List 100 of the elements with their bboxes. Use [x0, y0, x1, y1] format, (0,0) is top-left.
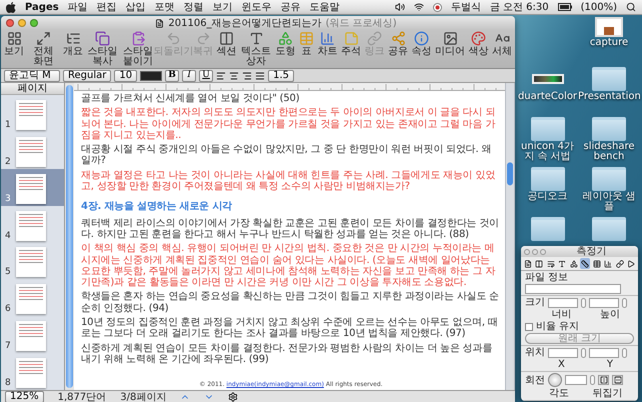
- font-family-popup[interactable]: 윤고딕 M: [4, 70, 60, 82]
- menu-item[interactable]: 윈도우: [242, 0, 272, 14]
- toolbar-button[interactable]: 표: [299, 31, 314, 56]
- font-size-popup[interactable]: 10: [114, 70, 138, 82]
- toolbar-button[interactable]: 스타일 붙이기: [122, 31, 154, 66]
- stepper[interactable]: [581, 348, 586, 358]
- inspector-tab[interactable]: [614, 258, 624, 269]
- stepper[interactable]: [581, 298, 586, 308]
- toolbar-button[interactable]: 차트: [318, 31, 338, 56]
- apple-logo-icon[interactable]: [6, 2, 16, 12]
- inspector-tab[interactable]: [580, 258, 590, 269]
- file-label[interactable]: capture: [590, 38, 628, 48]
- inspector-tab[interactable]: [534, 258, 544, 269]
- inspector-tab[interactable]: [568, 258, 579, 269]
- file-label[interactable]: 레이아웃 샘플: [578, 192, 640, 212]
- toolbar-button[interactable]: 공유: [388, 31, 408, 56]
- style-button[interactable]: B: [165, 70, 180, 82]
- page-thumbnail[interactable]: [16, 174, 46, 204]
- rotation-dial[interactable]: [548, 373, 562, 387]
- text-color-swatch[interactable]: [140, 70, 162, 80]
- inspector-tab[interactable]: [592, 258, 602, 269]
- flip-horizontal-button[interactable]: [598, 375, 609, 385]
- screenshot-thumbnail[interactable]: [595, 17, 623, 37]
- page-thumbnail-row[interactable]: 6: [1, 279, 64, 316]
- toolbar-button[interactable]: 개요: [63, 31, 83, 56]
- align-right-icon[interactable]: [242, 70, 252, 80]
- page-thumbnail[interactable]: [16, 247, 46, 278]
- page-thumbnail[interactable]: [16, 284, 46, 314]
- page-thumbnail-row[interactable]: 5: [1, 242, 64, 280]
- page-thumbnail-row[interactable]: 7: [1, 316, 64, 354]
- page-thumbnail[interactable]: [16, 136, 46, 167]
- page-thumbnail[interactable]: [16, 321, 46, 352]
- toolbar-button[interactable]: 섹션: [216, 31, 236, 56]
- battery-icon[interactable]: [558, 3, 572, 11]
- toolbar-button[interactable]: 텍스트 상자: [240, 31, 272, 66]
- align-center-icon[interactable]: [229, 70, 240, 80]
- line-spacing-popup[interactable]: 1.5: [268, 70, 294, 82]
- menu-item[interactable]: 정렬: [184, 0, 204, 14]
- page-thumbnail-row[interactable]: 1: [1, 95, 64, 132]
- page-thumbnail-row[interactable]: 4: [1, 206, 64, 242]
- menu-item[interactable]: 공유: [280, 0, 301, 14]
- input-source[interactable]: 두벌식: [450, 0, 481, 14]
- toolbar-button[interactable]: 전체 화면: [28, 31, 60, 66]
- zoom-button[interactable]: [540, 248, 546, 254]
- page-thumbnail[interactable]: [16, 358, 46, 388]
- toolbar-button[interactable]: 보기: [4, 31, 24, 56]
- stepper[interactable]: [622, 298, 627, 308]
- inspector-tab[interactable]: [603, 258, 614, 269]
- toolbar-button[interactable]: 스타일 복사: [86, 31, 118, 66]
- toolbar-button[interactable]: 주석: [341, 31, 361, 56]
- page-thumbnail[interactable]: [16, 100, 46, 130]
- width-field[interactable]: [548, 298, 578, 308]
- menu-item[interactable]: 삽입: [126, 0, 146, 14]
- checkbox[interactable]: [525, 322, 533, 330]
- sidebar-scrollbar[interactable]: [65, 83, 74, 390]
- toolbar-button[interactable]: 미디어: [435, 31, 465, 56]
- style-button[interactable]: I: [182, 70, 196, 82]
- search-icon[interactable]: [626, 2, 636, 12]
- minimize-button[interactable]: [532, 248, 538, 254]
- file-label[interactable]: Presentation: [578, 92, 640, 102]
- wifi-icon[interactable]: [414, 2, 424, 12]
- menu-item[interactable]: 보기: [212, 0, 233, 14]
- settings-icon[interactable]: [228, 392, 238, 402]
- file-label[interactable]: 공디오크: [528, 192, 568, 202]
- file-label[interactable]: unicon 4가지 속 서법: [517, 142, 578, 162]
- font-style-popup[interactable]: Regular: [63, 70, 112, 82]
- x-field[interactable]: [548, 348, 578, 358]
- toolbar-button[interactable]: 색상: [468, 31, 488, 56]
- close-button[interactable]: [524, 248, 530, 254]
- toolbar-button[interactable]: 서체: [492, 31, 512, 56]
- file-label[interactable]: slideshare bench: [578, 142, 640, 162]
- page-thumbnail-row[interactable]: 2: [1, 132, 64, 169]
- app-menu[interactable]: Pages: [25, 2, 59, 12]
- menu-item[interactable]: 포맷: [154, 0, 175, 14]
- page-thumbnail[interactable]: [16, 210, 46, 240]
- zoom-popup[interactable]: 125%: [5, 390, 44, 402]
- inspector-tab[interactable]: [626, 258, 636, 269]
- menu-item[interactable]: 편집: [96, 0, 117, 14]
- clock[interactable]: 금 오전 6:30: [490, 0, 549, 14]
- page-thumbnail-row[interactable]: 8: [1, 353, 64, 390]
- stepper[interactable]: [622, 348, 627, 358]
- stepper[interactable]: [590, 375, 595, 385]
- toolbar-button[interactable]: 도형: [276, 31, 296, 56]
- menu-item[interactable]: 도움말: [310, 0, 340, 14]
- file-info-field[interactable]: [525, 284, 621, 294]
- image-thumbnail[interactable]: [532, 74, 564, 84]
- justify-icon[interactable]: [255, 70, 266, 80]
- flip-vertical-button[interactable]: [612, 375, 623, 385]
- y-field[interactable]: [589, 348, 619, 358]
- style-button[interactable]: U: [199, 70, 214, 82]
- file-label[interactable]: duarteColor: [518, 92, 578, 102]
- angle-field[interactable]: [565, 375, 587, 385]
- inspector-tab[interactable]: [523, 258, 533, 269]
- inspector-tab[interactable]: [557, 258, 568, 269]
- scrollbar-drawing[interactable]: [505, 83, 515, 390]
- menu-item[interactable]: 파일: [68, 0, 88, 14]
- toolbar-button[interactable]: 속성: [412, 31, 432, 56]
- volume-icon[interactable]: [394, 2, 405, 12]
- align-left-icon[interactable]: [216, 70, 226, 80]
- height-field[interactable]: [589, 298, 619, 308]
